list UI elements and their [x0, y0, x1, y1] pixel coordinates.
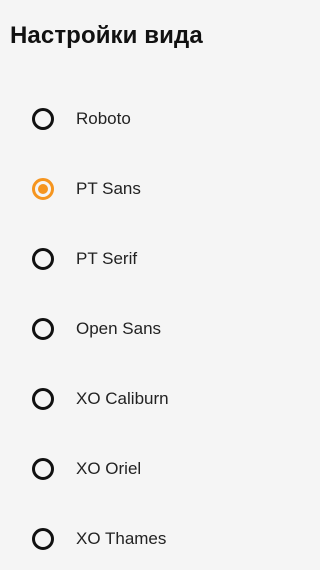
view-settings-panel: Настройки вида Roboto PT Sans PT Serif O… [0, 0, 320, 570]
radio-button[interactable] [32, 388, 54, 410]
font-option-open-sans[interactable]: Open Sans [0, 294, 320, 364]
radio-button[interactable] [32, 248, 54, 270]
font-option-pt-serif[interactable]: PT Serif [0, 224, 320, 294]
panel-title: Настройки вида [10, 22, 203, 49]
font-option-xo-oriel[interactable]: XO Oriel [0, 434, 320, 504]
radio-button[interactable] [32, 458, 54, 480]
font-option-label: XO Thames [76, 529, 167, 548]
radio-button[interactable] [32, 318, 54, 340]
radio-button[interactable] [32, 108, 54, 130]
font-option-xo-caliburn[interactable]: XO Caliburn [0, 364, 320, 434]
font-option-label: XO Oriel [76, 459, 142, 478]
font-option-label: PT Serif [76, 249, 138, 268]
font-option-label: PT Sans [76, 179, 141, 198]
font-option-pt-sans[interactable]: PT Sans [0, 154, 320, 224]
font-radio-group: Roboto PT Sans PT Serif Open Sans XO Cal… [0, 84, 320, 574]
font-option-label: Roboto [76, 109, 131, 128]
radio-button[interactable] [32, 178, 54, 200]
font-option-roboto[interactable]: Roboto [0, 84, 320, 154]
font-option-label: XO Caliburn [76, 389, 169, 408]
font-option-label: Open Sans [76, 319, 162, 338]
radio-button[interactable] [32, 528, 54, 550]
font-option-xo-thames[interactable]: XO Thames [0, 504, 320, 574]
